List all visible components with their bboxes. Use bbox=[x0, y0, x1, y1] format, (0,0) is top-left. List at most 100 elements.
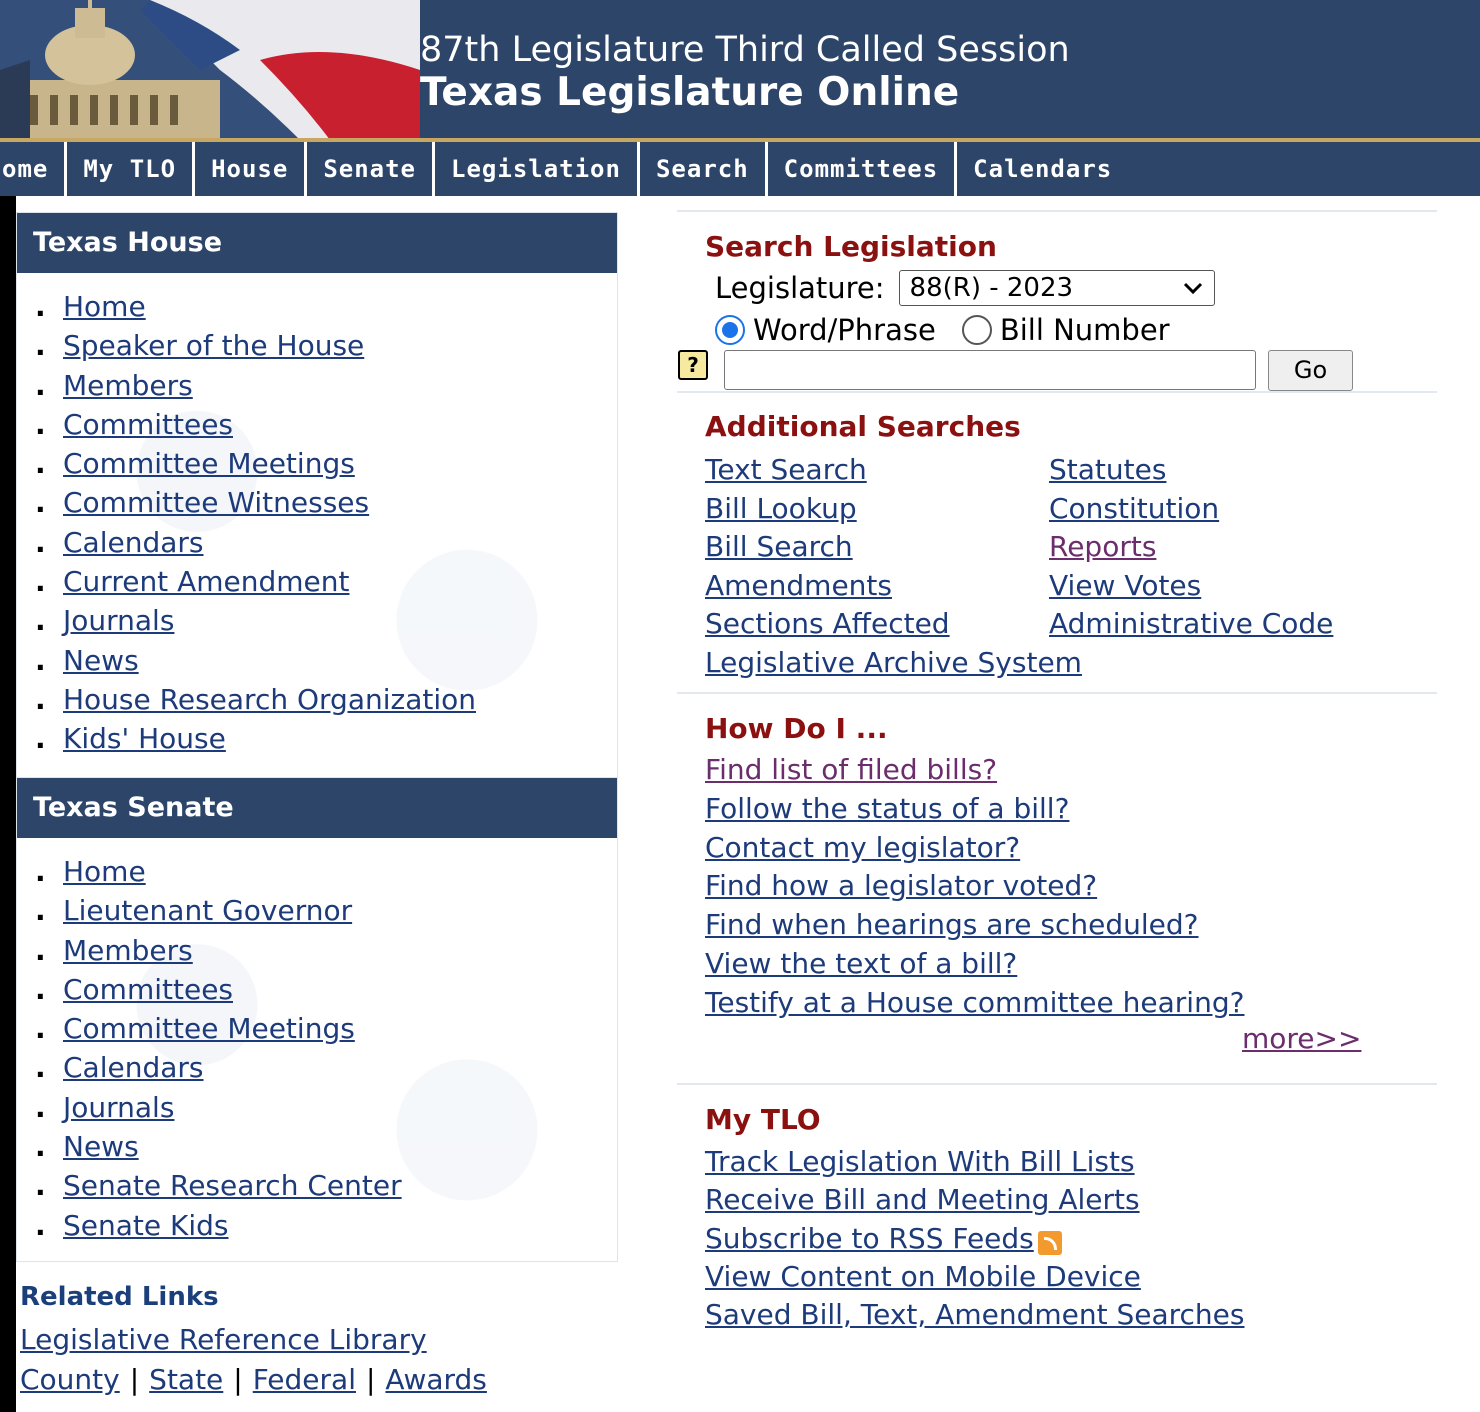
track-legislation-link[interactable]: Track Legislation With Bill Lists bbox=[705, 1145, 1135, 1178]
nav-my-tlo[interactable]: My TLO bbox=[67, 142, 196, 196]
more-link[interactable]: more>> bbox=[1242, 1022, 1361, 1055]
house-link[interactable]: Calendars bbox=[63, 526, 204, 559]
text-search-link[interactable]: Text Search bbox=[705, 453, 867, 486]
senate-link[interactable]: Lieutenant Governor bbox=[63, 894, 352, 927]
divider bbox=[677, 692, 1437, 694]
administrative-code-link[interactable]: Administrative Code bbox=[1049, 607, 1333, 640]
find-filed-bills-link[interactable]: Find list of filed bills? bbox=[705, 753, 997, 786]
contact-legislator-link[interactable]: Contact my legislator? bbox=[705, 831, 1020, 864]
senate-list-item: . Home bbox=[17, 852, 617, 891]
saved-searches-link[interactable]: Saved Bill, Text, Amendment Searches bbox=[705, 1298, 1245, 1331]
bill-search-link[interactable]: Bill Search bbox=[705, 530, 853, 563]
word-phrase-radio[interactable] bbox=[715, 315, 745, 345]
bullet-icon: . bbox=[35, 1051, 46, 1085]
senate-link[interactable]: Committee Meetings bbox=[63, 1012, 355, 1045]
nav-search[interactable]: Search bbox=[640, 142, 768, 196]
house-links: . Home. Speaker of the House. Members. Commi… bbox=[17, 287, 617, 759]
word-phrase-label: Word/Phrase bbox=[753, 313, 936, 347]
house-list-item: . News bbox=[17, 641, 617, 680]
legislative-archive-system-link[interactable]: Legislative Archive System bbox=[705, 646, 1082, 679]
main-nav: ome My TLO House Senate Legislation Sear… bbox=[0, 142, 1480, 196]
bill-lookup-link[interactable]: Bill Lookup bbox=[705, 492, 857, 525]
rss-icon[interactable] bbox=[1037, 1231, 1062, 1256]
related-link-federal[interactable]: Federal bbox=[253, 1363, 356, 1396]
nav-house[interactable]: House bbox=[195, 142, 308, 196]
legislature-selected-value: 88(R) - 2023 bbox=[909, 273, 1074, 303]
senate-link[interactable]: Committees bbox=[63, 973, 233, 1006]
capitol-flag-image bbox=[0, 0, 420, 140]
bullet-icon: . bbox=[35, 1208, 46, 1242]
house-link[interactable]: Committees bbox=[63, 408, 233, 441]
statutes-link[interactable]: Statutes bbox=[1049, 453, 1166, 486]
senate-list-item: . Senate Research Center bbox=[17, 1166, 617, 1205]
house-link[interactable]: House Research Organization bbox=[63, 683, 476, 716]
legislator-voted-link[interactable]: Find how a legislator voted? bbox=[705, 869, 1097, 902]
separator: | bbox=[365, 1363, 376, 1396]
senate-link[interactable]: Members bbox=[63, 934, 193, 967]
bullet-icon: . bbox=[35, 290, 46, 323]
bill-number-label: Bill Number bbox=[999, 313, 1170, 347]
house-link[interactable]: Kids' House bbox=[63, 722, 226, 755]
house-link[interactable]: News bbox=[63, 644, 139, 677]
house-list-item: . Current Amendment bbox=[17, 562, 617, 601]
divider bbox=[677, 1083, 1437, 1085]
house-list-item: . House Research Organization bbox=[17, 680, 617, 719]
view-votes-link[interactable]: View Votes bbox=[1049, 569, 1201, 602]
help-icon[interactable]: ? bbox=[678, 350, 708, 380]
senate-list-item: . Senate Kids bbox=[17, 1206, 617, 1245]
receive-alerts-link[interactable]: Receive Bill and Meeting Alerts bbox=[705, 1183, 1140, 1216]
legislature-label: Legislature: bbox=[715, 271, 885, 305]
bullet-icon: . bbox=[35, 407, 46, 441]
legislative-reference-library-link[interactable]: Legislative Reference Library bbox=[20, 1323, 427, 1356]
senate-link[interactable]: Home bbox=[63, 855, 146, 888]
bullet-icon: . bbox=[35, 565, 46, 599]
bullet-icon: . bbox=[35, 447, 46, 481]
nav-calendars[interactable]: Calendars bbox=[957, 142, 1128, 196]
house-link[interactable]: Members bbox=[63, 369, 193, 402]
mobile-device-link[interactable]: View Content on Mobile Device bbox=[705, 1260, 1141, 1293]
house-list-item: . Members bbox=[17, 366, 617, 405]
senate-link[interactable]: News bbox=[63, 1130, 139, 1163]
house-link[interactable]: Speaker of the House bbox=[63, 329, 364, 362]
bullet-icon: . bbox=[35, 1130, 46, 1164]
senate-link[interactable]: Journals bbox=[63, 1091, 174, 1124]
follow-bill-status-link[interactable]: Follow the status of a bill? bbox=[705, 792, 1069, 825]
senate-link[interactable]: Senate Kids bbox=[63, 1209, 229, 1242]
constitution-link[interactable]: Constitution bbox=[1049, 492, 1219, 525]
bullet-icon: . bbox=[35, 894, 46, 928]
testify-hearing-link[interactable]: Testify at a House committee hearing? bbox=[705, 986, 1244, 1019]
separator: | bbox=[129, 1363, 140, 1396]
related-links: Related Links Legislative Reference Libr… bbox=[20, 1280, 487, 1400]
nav-legislation[interactable]: Legislation bbox=[435, 142, 640, 196]
bullet-icon: . bbox=[35, 972, 46, 1006]
nav-senate[interactable]: Senate bbox=[307, 142, 436, 196]
texas-house-title: Texas House bbox=[17, 213, 617, 273]
house-list-item: . Calendars bbox=[17, 523, 617, 562]
view-bill-text-link[interactable]: View the text of a bill? bbox=[705, 947, 1017, 980]
house-link[interactable]: Home bbox=[63, 290, 146, 323]
senate-list-item: . Committees bbox=[17, 970, 617, 1009]
related-link-awards[interactable]: Awards bbox=[385, 1363, 486, 1396]
go-button[interactable]: Go bbox=[1268, 350, 1353, 391]
amendments-link[interactable]: Amendments bbox=[705, 569, 892, 602]
house-link[interactable]: Current Amendment bbox=[63, 565, 349, 598]
hearings-scheduled-link[interactable]: Find when hearings are scheduled? bbox=[705, 908, 1199, 941]
nav-home[interactable]: ome bbox=[0, 142, 68, 196]
house-list-item: . Committee Meetings bbox=[17, 444, 617, 483]
search-input[interactable] bbox=[724, 350, 1256, 390]
legislature-select[interactable]: 88(R) - 2023 bbox=[898, 270, 1215, 306]
senate-link[interactable]: Senate Research Center bbox=[63, 1169, 402, 1202]
senate-link[interactable]: Calendars bbox=[63, 1051, 204, 1084]
nav-committees[interactable]: Committees bbox=[768, 142, 958, 196]
house-link[interactable]: Journals bbox=[63, 604, 174, 637]
house-link[interactable]: Committee Meetings bbox=[63, 447, 355, 480]
bill-number-radio[interactable] bbox=[961, 315, 992, 345]
rss-feeds-link[interactable]: Subscribe to RSS Feeds bbox=[705, 1222, 1034, 1255]
house-link[interactable]: Committee Witnesses bbox=[63, 486, 369, 519]
bullet-icon: . bbox=[35, 682, 46, 716]
related-link-state[interactable]: State bbox=[149, 1363, 223, 1396]
reports-link[interactable]: Reports bbox=[1049, 530, 1156, 563]
site-banner: 87th Legislature Third Called Session Te… bbox=[0, 0, 1480, 140]
related-link-county[interactable]: County bbox=[20, 1363, 120, 1396]
sections-affected-link[interactable]: Sections Affected bbox=[705, 607, 950, 640]
